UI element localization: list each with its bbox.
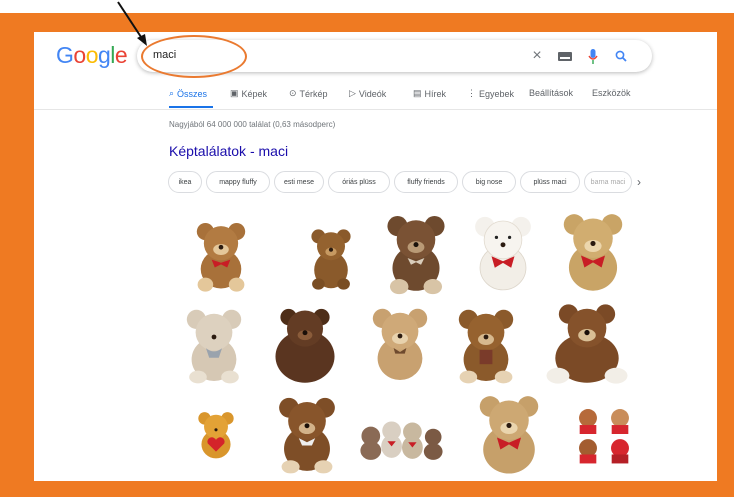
tab-tools[interactable]: Eszközök bbox=[592, 88, 631, 98]
tab-videos[interactable]: ▷ Videók bbox=[349, 88, 386, 99]
teddy-bear-image[interactable] bbox=[374, 207, 458, 299]
teddy-bear-image[interactable] bbox=[190, 404, 242, 466]
teddy-bear-image[interactable] bbox=[264, 302, 346, 388]
chip-fluffy-friends[interactable]: fluffy friends bbox=[394, 171, 458, 193]
image-icon: ▣ bbox=[230, 88, 239, 98]
teddy-bear-image[interactable] bbox=[446, 302, 526, 388]
annotation-arrow-icon bbox=[117, 1, 147, 46]
tab-images[interactable]: ▣ Képek bbox=[230, 88, 267, 99]
search-icon: ⌕ bbox=[169, 88, 175, 98]
search-icon[interactable] bbox=[611, 46, 631, 66]
tab-maps[interactable]: ⊙ Térkép bbox=[289, 88, 328, 99]
chevron-right-icon[interactable]: › bbox=[637, 175, 641, 189]
teddy-bear-image[interactable] bbox=[182, 216, 260, 294]
teddy-bear-image[interactable] bbox=[266, 388, 348, 480]
teddy-bear-image[interactable] bbox=[572, 398, 636, 470]
chip-big-nose[interactable]: big nose bbox=[462, 171, 516, 193]
chip-esti-mese[interactable]: esti mese bbox=[274, 171, 324, 193]
teddy-bear-image[interactable] bbox=[354, 410, 450, 462]
chip-pluss-maci[interactable]: plüss maci bbox=[520, 171, 580, 193]
chip-mappy-fluffy[interactable]: mappy fluffy bbox=[206, 171, 270, 193]
google-results-page: Google maci × ⌕ Összes ▣ Képek ⊙ Térkép ▷ Vi… bbox=[34, 32, 717, 481]
result-stats: Nagyjából 64 000 000 találat (0,63 másod… bbox=[169, 120, 336, 129]
chip-orias-pluss[interactable]: óriás plüss bbox=[328, 171, 390, 193]
chip-ikea[interactable]: ikea bbox=[168, 171, 202, 193]
close-icon[interactable]: × bbox=[527, 46, 547, 66]
teddy-bear-image[interactable] bbox=[466, 388, 552, 480]
chip-barna-maci[interactable]: barna maci bbox=[584, 171, 632, 193]
tab-news[interactable]: ▤ Hírek bbox=[413, 88, 446, 99]
video-icon: ▷ bbox=[349, 88, 356, 98]
tabs-divider bbox=[34, 109, 717, 110]
teddy-bear-image[interactable] bbox=[462, 208, 544, 298]
teddy-bear-image[interactable] bbox=[360, 300, 440, 388]
news-icon: ▤ bbox=[413, 88, 422, 98]
tab-settings[interactable]: Beállítások bbox=[529, 88, 573, 98]
more-icon: ⋮ bbox=[467, 88, 476, 98]
image-results-heading[interactable]: Képtalálatok - maci bbox=[169, 143, 288, 159]
map-pin-icon: ⊙ bbox=[289, 88, 297, 98]
teddy-bear-image[interactable] bbox=[538, 300, 636, 388]
microphone-icon[interactable] bbox=[583, 46, 603, 66]
active-tab-underline bbox=[169, 106, 213, 108]
tab-all[interactable]: ⌕ Összes bbox=[169, 88, 207, 99]
teddy-bear-image[interactable] bbox=[550, 206, 636, 298]
teddy-bear-image[interactable] bbox=[296, 218, 366, 294]
teddy-bear-image[interactable] bbox=[174, 302, 254, 388]
keyboard-icon[interactable] bbox=[555, 46, 575, 66]
tab-more[interactable]: ⋮ Egyebek bbox=[467, 88, 514, 99]
